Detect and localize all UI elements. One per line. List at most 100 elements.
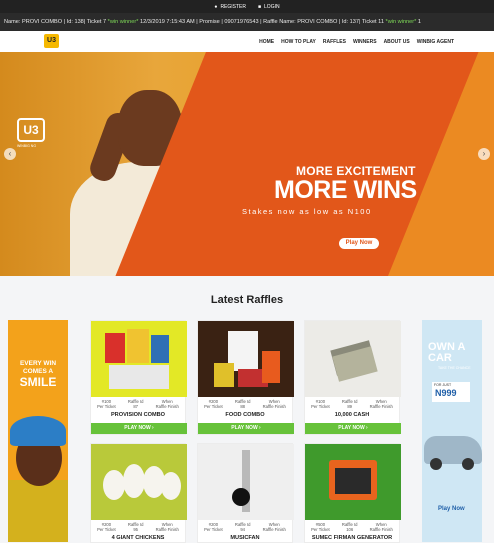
raffle-image-food-combo[interactable] — [198, 321, 294, 397]
raffle-when: When Raffle Finish — [369, 522, 393, 532]
raffle-when: When Raffle Finish — [262, 399, 286, 409]
raffle-meta: #500 Per Ticket Raffle Id 106 When Raffle F… — [305, 520, 399, 534]
banner-heading: OWN A CAR — [428, 342, 465, 364]
raffle-id: Raffle Id 87 — [127, 399, 144, 409]
banner-for-label: FOR JUST — [434, 383, 452, 387]
register-link[interactable]: ● REGISTER — [214, 4, 246, 10]
banner-play-now-button[interactable]: Play Now — [438, 506, 465, 512]
play-now-button[interactable]: PLAY NOW › — [91, 423, 187, 434]
main-nav: U3 HOME HOW TO PLAY RAFFLES WINNERS ABOU… — [0, 31, 494, 52]
raffle-image-musicfan[interactable] — [198, 444, 294, 520]
nav-item-about-us[interactable]: ABOUT US — [384, 39, 410, 45]
lock-icon: ■ — [258, 3, 262, 10]
raffle-card: #500 Per Ticket Raffle Id 106 When Raffle F… — [304, 443, 401, 543]
banner-line: SMILE — [19, 375, 57, 389]
banner-line: EVERY WIN — [19, 360, 57, 367]
raffle-id: Raffle Id 95 — [127, 522, 144, 532]
raffle-meta: #100 Per Ticket Raffle Id 89 When Raffle Fi… — [305, 397, 399, 411]
raffle-when: When Raffle Finish — [155, 399, 179, 409]
raffle-name: 10,000 CASH — [334, 412, 370, 418]
raffle-card: #200 Per Ticket Raffle Id 88 When Raffle Fi… — [197, 320, 294, 435]
raffle-id: Raffle Id 89 — [341, 399, 358, 409]
ticker-text: Name: PROVI COMBO | Id: 138| Ticket 7 — [4, 19, 108, 25]
raffle-when: When Raffle Finish — [155, 522, 179, 532]
raffle-meta: #200 Per Ticket Raffle Id 95 When Raffle Fi… — [91, 520, 185, 534]
raffle-name: PROVISION COMBO — [110, 412, 166, 418]
car-wheel — [430, 458, 442, 470]
slider-prev-icon[interactable]: ‹ — [4, 148, 16, 160]
raffle-image-generator[interactable] — [305, 444, 401, 520]
raffle-meta: #200 Per Ticket Raffle Id 94 When Raffle Fi… — [198, 520, 292, 534]
register-label: REGISTER — [220, 3, 246, 10]
raffle-card: #200 Per Ticket Raffle Id 95 When Raffle Fi… — [90, 443, 187, 543]
banner-sub: TAKE THE CHANCE — [438, 366, 471, 370]
raffle-price: #200 Per Ticket — [97, 522, 116, 532]
banner-dress — [8, 480, 68, 542]
nav-item-raffles[interactable]: RAFFLES — [323, 39, 346, 45]
hero-headline-2: MORE WINS — [274, 176, 417, 204]
ticker-text: 1 — [416, 19, 421, 25]
raffle-card: #100 Per Ticket Raffle Id 89 When Raffle Fi… — [304, 320, 401, 435]
login-label: LOGIN — [264, 3, 280, 10]
hero-logo: U3 — [17, 118, 45, 142]
raffle-card: #200 Per Ticket Raffle Id 94 When Raffle Fi… — [197, 443, 294, 543]
hero-tagline: Stakes now as low as N100 — [242, 207, 372, 216]
ticker-text: 12/3/2019 7:15:43 AM | Promise | 0907197… — [138, 19, 386, 25]
smile-banner[interactable]: EVERY WIN COMES A SMILE — [8, 320, 68, 542]
nav-item-winbig-agent[interactable]: WINBIG AGENT — [417, 39, 454, 45]
section-title: Latest Raffles — [210, 294, 284, 306]
generator-engine — [335, 468, 371, 494]
banner-headwrap — [10, 416, 66, 446]
raffle-when: When Raffle Finish — [369, 399, 393, 409]
own-a-car-banner[interactable]: OWN A CAR TAKE THE CHANCE FOR JUST N999 … — [422, 320, 482, 542]
raffle-price: #200 Per Ticket — [204, 522, 223, 532]
raffle-when: When Raffle Finish — [262, 522, 286, 532]
raffle-price: #500 Per Ticket — [311, 522, 330, 532]
play-now-button[interactable]: PLAY NOW › — [198, 423, 294, 434]
product-shape — [127, 329, 149, 363]
nav-item-home[interactable]: HOME — [259, 39, 274, 45]
nav-menu: HOME HOW TO PLAY RAFFLES WINNERS ABOUT U… — [259, 31, 454, 52]
raffle-name: 4 GIANT CHICKENS — [111, 535, 165, 541]
ticker-winner: *win winner* — [385, 19, 417, 25]
raffle-price: #100 Per Ticket — [311, 399, 330, 409]
ticker-winner: *win winner* — [107, 19, 139, 25]
banner-price: N999 — [435, 388, 457, 398]
raffle-id: Raffle Id 94 — [234, 522, 251, 532]
product-shape — [151, 335, 169, 363]
raffle-image-chickens[interactable] — [91, 444, 187, 520]
site-logo[interactable]: U3 — [44, 34, 59, 48]
hero-slider: U3 WINBIG NG MORE EXCITEMENT MORE WINS S… — [0, 52, 494, 276]
product-shape — [214, 363, 234, 387]
raffle-id: Raffle Id 106 — [341, 522, 358, 532]
raffle-id: Raffle Id 88 — [234, 399, 251, 409]
raffle-image-cash[interactable] — [305, 321, 401, 397]
car-wheel — [462, 458, 474, 470]
raffle-image-provision-combo[interactable] — [91, 321, 187, 397]
play-now-button[interactable]: PLAY NOW › — [305, 423, 401, 434]
raffle-meta: #200 Per Ticket Raffle Id 88 When Raffle Fi… — [198, 397, 292, 411]
login-link[interactable]: ■ LOGIN — [258, 4, 280, 10]
raffle-name: FOOD COMBO — [225, 412, 265, 418]
raffle-card: #100 Per Ticket Raffle Id 87 When Raffle Fi… — [90, 320, 187, 435]
winners-ticker: Name: PROVI COMBO | Id: 138| Ticket 7 *w… — [0, 13, 494, 31]
slider-next-icon[interactable]: › — [478, 148, 490, 160]
hero-logo-sub: WINBIG NG — [17, 144, 37, 148]
chicken-shape — [123, 464, 145, 498]
raffle-price: #200 Per Ticket — [204, 399, 223, 409]
chicken-shape — [161, 472, 181, 500]
banner-text: EVERY WIN COMES A SMILE — [12, 360, 64, 389]
user-icon: ● — [214, 3, 218, 10]
nav-item-winners[interactable]: WINNERS — [353, 39, 377, 45]
chicken-shape — [103, 470, 125, 500]
product-shape — [109, 365, 169, 389]
raffle-meta: #100 Per Ticket Raffle Id 87 When Raffle Fi… — [91, 397, 185, 411]
product-shape — [262, 351, 280, 383]
nav-item-how-to-play[interactable]: HOW TO PLAY — [281, 39, 316, 45]
product-shape — [105, 333, 125, 363]
hero-play-now-button[interactable]: Play Now — [339, 238, 379, 249]
raffle-price: #100 Per Ticket — [97, 399, 116, 409]
auth-bar: ● REGISTER ■ LOGIN — [0, 0, 494, 13]
raffle-name: MUSICFAN — [230, 535, 260, 541]
banner-line: CAR — [428, 352, 452, 364]
